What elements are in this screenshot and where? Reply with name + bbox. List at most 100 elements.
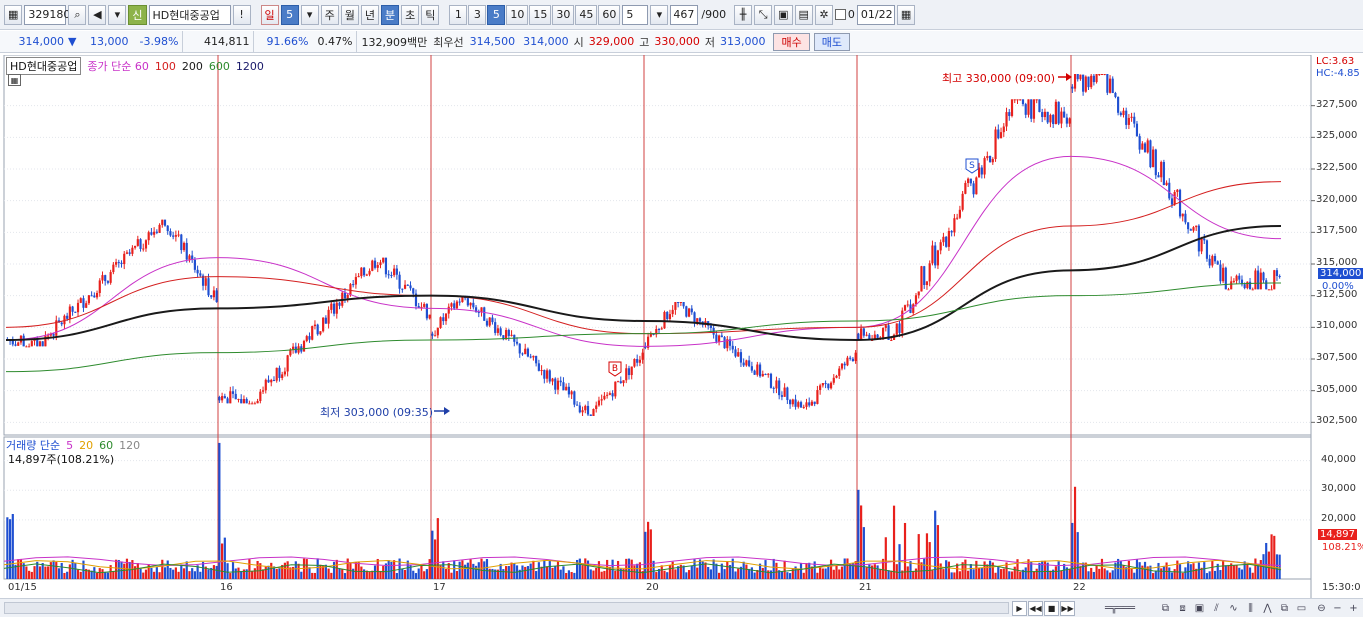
data-table-icon[interactable]: ▦ <box>8 74 21 86</box>
interval-button-15[interactable]: 15 <box>529 4 552 25</box>
volume-bar <box>939 563 942 579</box>
candle-body <box>1257 270 1260 290</box>
candle-body <box>1082 74 1085 92</box>
period-second-button[interactable]: 초 <box>401 4 420 25</box>
chart-menu-icon[interactable]: ▦ <box>4 4 23 25</box>
main-toolbar: ▦ 329180 ⌕ ◀ ▾ 신 HD현대중공업 ! 일 5 ▾ 주 월 년 분… <box>0 0 1363 30</box>
candle-body <box>335 302 338 314</box>
interval-button-45[interactable]: 45 <box>575 4 598 25</box>
stock-code-input[interactable]: 329180 <box>24 4 70 25</box>
minus-icon[interactable]: − <box>1330 601 1345 616</box>
chart-type-icon[interactable]: ⧈ <box>1175 601 1190 616</box>
sell-button[interactable]: 매도 <box>813 32 850 51</box>
volume-bar <box>734 571 737 579</box>
period-dropdown-icon[interactable]: ▾ <box>300 4 319 25</box>
period-month-button[interactable]: 월 <box>340 4 359 25</box>
alert-button[interactable]: ! <box>232 4 251 25</box>
vol-ma120-legend[interactable]: 120 <box>119 439 140 452</box>
candle-body <box>66 315 69 319</box>
candle-body <box>556 380 560 390</box>
volume-bar <box>685 572 688 579</box>
trend-tool-icon[interactable]: ∿ <box>1226 601 1241 616</box>
candle-body <box>920 266 923 292</box>
ma100-legend[interactable]: 100 <box>155 60 176 73</box>
candle-body <box>390 275 393 277</box>
cursor-tool-icon[interactable]: ⤡ <box>754 4 773 25</box>
candle-body <box>393 268 396 276</box>
volume-bar <box>1019 571 1022 579</box>
date-input[interactable]: 01/22 <box>856 4 895 25</box>
candle-body <box>458 301 461 303</box>
period-day-button[interactable]: 일 <box>260 4 279 25</box>
volume-bar <box>912 570 915 579</box>
volume-bar <box>953 572 956 579</box>
candle-body <box>1084 76 1087 92</box>
candle-type-icon[interactable]: ╫ <box>734 4 753 25</box>
vol-ma5-legend[interactable]: 5 <box>66 439 73 452</box>
custom-interval-input[interactable]: 5 <box>622 4 649 25</box>
text-tool-icon[interactable]: ▭ <box>1294 601 1309 616</box>
ma600-legend[interactable]: 600 <box>209 60 230 73</box>
volume-bar <box>879 568 882 579</box>
candle-body <box>862 328 865 336</box>
volume-bar <box>761 567 764 579</box>
grid-icon[interactable]: ▤ <box>794 4 813 25</box>
ma200-legend[interactable]: 200 <box>182 60 203 73</box>
save-icon[interactable]: ▣ <box>774 4 793 25</box>
period-year-button[interactable]: 년 <box>360 4 380 25</box>
ma1200-legend[interactable]: 1200 <box>236 60 264 73</box>
interval-button-10[interactable]: 10 <box>506 4 529 25</box>
zoom-slider[interactable]: ═╦═══ <box>1090 601 1150 616</box>
ma-legend-label[interactable]: 종가 단순 60 <box>87 58 148 74</box>
period-value-button[interactable]: 5 <box>280 4 299 25</box>
volume-bar <box>772 558 775 579</box>
line-tool-icon[interactable]: ⫽ <box>1209 601 1224 616</box>
interval-button-1[interactable]: 1 <box>449 4 468 25</box>
period-minute-button[interactable]: 분 <box>381 4 400 25</box>
candle-body <box>1178 189 1182 217</box>
copy-icon[interactable]: ⧉ <box>1158 601 1173 616</box>
settings-gear-icon[interactable]: ✲ <box>814 4 833 25</box>
count-input[interactable]: 467 <box>670 4 699 25</box>
interval-button-30[interactable]: 30 <box>552 4 575 25</box>
play-forward-icon[interactable]: ▶ <box>1012 601 1027 616</box>
speaker-icon[interactable]: ◀ <box>88 4 107 25</box>
calendar-icon[interactable]: ▦ <box>896 4 916 25</box>
interval-button-3[interactable]: 3 <box>468 4 487 25</box>
rewind-icon[interactable]: ◀◀ <box>1028 601 1043 616</box>
current-price-tag: 314,000 <box>1318 268 1363 279</box>
compare-tool-icon[interactable]: ⧉ <box>1277 601 1292 616</box>
plus-icon[interactable]: + <box>1346 601 1361 616</box>
stock-legend-label[interactable]: HD현대중공업 <box>6 57 82 75</box>
volume-bar <box>417 568 420 579</box>
dropdown-icon[interactable]: ▾ <box>108 4 127 25</box>
vol-ma60-legend[interactable]: 60 <box>99 439 113 452</box>
buy-button[interactable]: 매수 <box>773 32 810 51</box>
filter-icon[interactable]: ▣ <box>1192 601 1207 616</box>
stock-name-field[interactable]: HD현대중공업 <box>148 4 231 25</box>
interval-dropdown-icon[interactable]: ▾ <box>650 4 669 25</box>
horizontal-scrollbar[interactable] <box>4 602 1009 614</box>
turnover-rate: 0.47% <box>317 35 353 48</box>
volume-bar <box>425 569 428 579</box>
volume-bar <box>769 570 773 579</box>
volume-bar <box>1057 561 1060 579</box>
chart-area[interactable]: BS HD현대중공업 종가 단순 60 100 200 600 1200 ▦ 최… <box>0 55 1363 598</box>
search-icon[interactable]: ⌕ <box>68 4 87 25</box>
stop-icon[interactable]: ■ <box>1044 601 1059 616</box>
candle-body <box>1032 99 1036 119</box>
interval-button-5[interactable]: 5 <box>487 4 506 25</box>
volume-bar <box>491 568 494 579</box>
zoom-out-icon[interactable]: ⊖ <box>1314 601 1329 616</box>
option-checkbox[interactable] <box>834 9 846 20</box>
candle-body <box>606 394 609 396</box>
price-chart-svg[interactable]: BS <box>0 55 1363 598</box>
period-week-button[interactable]: 주 <box>320 4 339 25</box>
volume-bar <box>1141 565 1144 579</box>
pattern-tool-icon[interactable]: ⋀ <box>1260 601 1275 616</box>
fib-tool-icon[interactable]: ⫼ <box>1243 601 1258 616</box>
interval-button-60[interactable]: 60 <box>598 4 621 25</box>
vol-ma20-legend[interactable]: 20 <box>79 439 93 452</box>
fast-forward-icon[interactable]: ▶▶ <box>1060 601 1075 616</box>
period-tick-button[interactable]: 틱 <box>421 4 440 25</box>
